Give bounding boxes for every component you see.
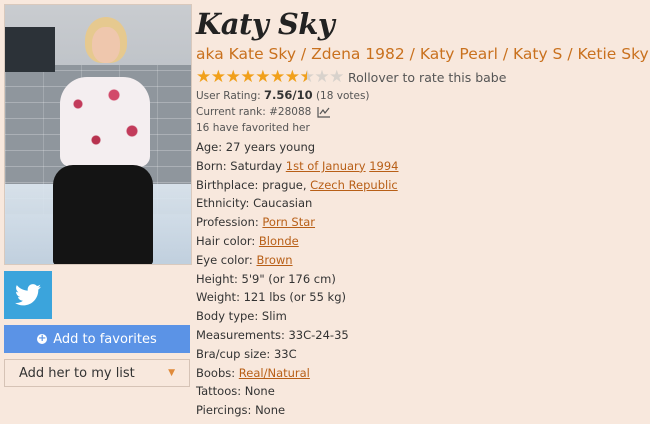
fact-weight: Weight: 121 lbs (or 55 kg) [196,288,648,307]
plus-circle-icon: + [37,333,48,344]
fact-value: None [255,403,286,418]
fact-eye-color: Eye color: Brown [196,251,648,270]
fact-label: Born: [196,158,227,173]
twitter-bird-icon [15,284,41,306]
star-icon[interactable]: ★ [329,68,344,86]
photo-shirt [60,77,150,167]
star-icon[interactable]: ★ [196,68,211,86]
current-rank-text: Current rank: #28088 [196,106,312,118]
current-rank: Current rank: #28088 [196,104,648,120]
fact-value: Slim [261,309,287,324]
fact-label: Eye color: [196,252,253,267]
fact-label: Piercings: [196,403,252,418]
profile-name: Katy Sky [196,7,335,41]
fact-label: Height: [196,271,238,286]
fact-label: Birthplace: [196,177,259,192]
fact-body-type: Body type: Slim [196,307,648,326]
add-to-list-dropdown[interactable]: Add her to my list ▼ [4,359,190,387]
star-icon[interactable]: ★ [285,68,300,86]
fact-label: Bra/cup size: [196,346,271,361]
fact-value: 5'9" (or 176 cm) [241,271,336,286]
fact-label: Weight: [196,290,240,305]
fact-label: Ethnicity: [196,196,250,211]
fact-label: Measurements: [196,327,285,342]
fact-value: Saturday [230,158,283,173]
rating-row: ★★★★★★★★★★ Rollover to rate this babe [196,67,648,87]
fact-value: 27 years young [225,140,316,154]
add-to-favorites-label: Add to favorites [53,331,157,347]
fact-ethnicity: Ethnicity: Caucasian [196,194,648,213]
user-rating-label: User Rating: [196,90,261,102]
fact-tattoos: Tattoos: None [196,382,648,401]
star-icon[interactable]: ★ [314,68,329,86]
profile-details: Katy Sky aka Kate Sky / Zdena 1982 / Kat… [196,0,649,420]
boobs-link[interactable]: Real/Natural [239,366,310,380]
fact-value: 121 lbs (or 55 kg) [243,290,346,305]
add-to-favorites-button[interactable]: + Add to favorites [4,325,190,353]
eye-color-link[interactable]: Brown [256,253,292,267]
fact-age: Age: 27 years young [196,138,648,157]
fact-value: prague, [262,177,307,192]
rating-stars[interactable]: ★ ★ ★ ★ ★ ★ ★ ★ ★ ★ [196,68,344,86]
fact-boobs: Boobs: Real/Natural [196,364,648,383]
left-column: + Add to favorites Add her to my list ▼ [4,4,192,387]
add-to-list-label: Add her to my list [19,365,135,381]
user-rating-votes: (18 votes) [315,90,370,102]
fact-height: Height: 5'9" (or 176 cm) [196,270,648,289]
profile-photo[interactable] [4,4,192,265]
born-date-link[interactable]: 1st of January [286,159,366,173]
fact-label: Hair color: [196,233,256,248]
star-icon[interactable]: ★ [255,68,270,86]
fact-born: Born: Saturday 1st of January 1994 [196,157,648,176]
user-rating-value: 7.56/10 [264,88,313,102]
country-link[interactable]: Czech Republic [310,178,398,192]
star-icon[interactable]: ★ [240,68,255,86]
photo-legs [53,165,153,264]
fact-value: None [244,384,275,399]
fact-value: Caucasian [253,196,313,211]
fact-hair-color: Hair color: Blonde [196,232,648,251]
fact-value: 33C [273,346,297,361]
photo-toolbox [5,27,55,72]
fact-label: Profession: [196,215,259,230]
rollover-hint: Rollover to rate this babe [347,69,507,85]
star-icon[interactable]: ★ [211,68,226,86]
hair-color-link[interactable]: Blonde [259,234,299,248]
fact-birthplace: Birthplace: prague, Czech Republic [196,176,648,195]
star-icon[interactable]: ★ [300,68,315,86]
profession-link[interactable]: Porn Star [262,215,315,229]
fact-piercings: Piercings: None [196,401,648,420]
fact-measurements: Measurements: 33C-24-35 [196,326,648,345]
fact-label: Boobs: [196,365,236,380]
fact-value: 33C-24-35 [288,327,349,342]
user-rating: User Rating: 7.56/10 (18 votes) [196,87,648,104]
fact-label: Tattoos: [196,384,242,399]
fact-profession: Profession: Porn Star [196,213,648,232]
fact-label: Body type: [196,309,259,324]
profile-aliases: aka Kate Sky / Zdena 1982 / Katy Pearl /… [196,45,649,63]
born-year-link[interactable]: 1994 [369,159,398,173]
star-icon[interactable]: ★ [270,68,285,86]
photo-face [92,27,120,63]
favorited-count: 16 have favorited her [196,122,310,134]
line-chart-icon[interactable] [317,106,331,118]
star-icon[interactable]: ★ [226,68,241,86]
twitter-share-button[interactable] [4,271,52,319]
fact-bra-size: Bra/cup size: 33C [196,345,648,364]
caret-down-icon: ▼ [168,368,175,378]
fact-label: Age: [196,140,223,154]
facts-list: Age: 27 years young Born: Saturday 1st o… [196,138,648,420]
